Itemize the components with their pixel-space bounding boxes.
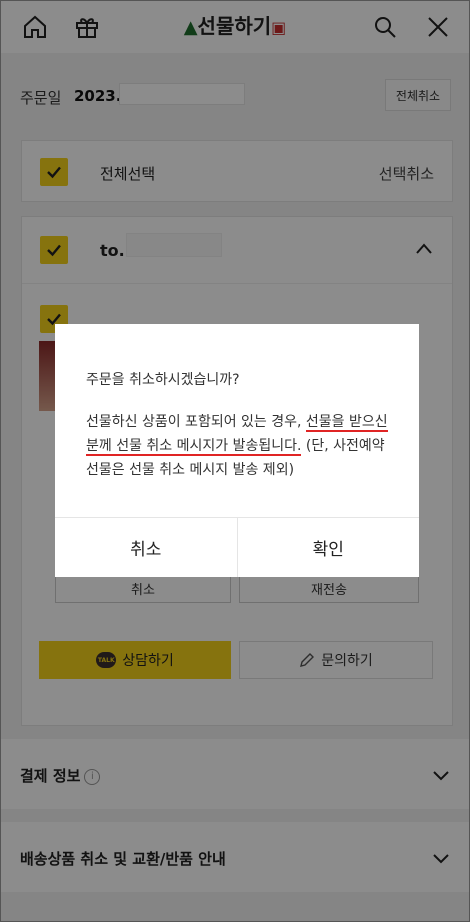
dialog-buttons: 취소 확인 bbox=[55, 517, 419, 577]
dialog-confirm-button[interactable]: 확인 bbox=[236, 518, 420, 577]
dialog-underlined-text-1: 선물을 받으신 bbox=[305, 414, 388, 432]
dialog-message: 선물하신 상품이 포함되어 있는 경우, 선물을 받으신 분께 선물 취소 메시… bbox=[86, 414, 388, 478]
dialog-cancel-button[interactable]: 취소 bbox=[55, 518, 237, 577]
cancel-order-dialog: 주문을 취소하시겠습니까? 선물하신 상품이 포함되어 있는 경우, 선물을 받… bbox=[55, 324, 419, 577]
dialog-question: 주문을 취소하시겠습니까? bbox=[86, 372, 240, 388]
app-frame: ▲선물하기▣ 주문일 2023. 전체취소 전체선택 선택취소 to. 취소 재… bbox=[0, 0, 470, 922]
dialog-underlined-text-2: 분께 선물 취소 메시지가 발송됩니다. bbox=[86, 438, 302, 456]
